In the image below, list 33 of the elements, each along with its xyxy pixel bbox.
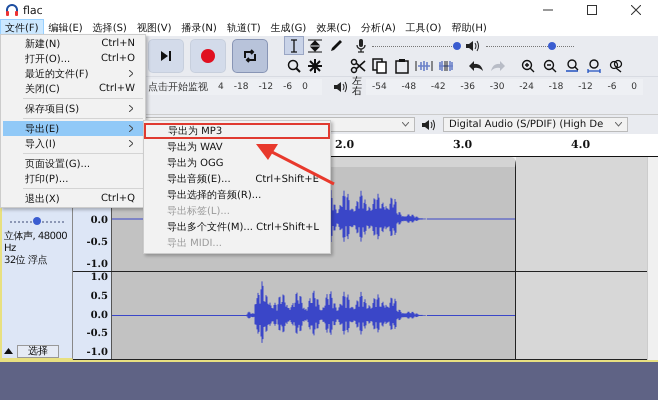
meter-tick-label: -30 — [490, 82, 504, 92]
meter-tick-label: -12 — [258, 82, 274, 92]
scale-label: -1.0 — [86, 347, 108, 359]
ruler-label: 3.0 — [453, 138, 472, 151]
meter-tick-label: 0 — [631, 82, 637, 92]
window-title: flac — [23, 4, 43, 16]
meter-tick-label: -6 — [283, 82, 292, 92]
meter-tick-label: -54 — [372, 82, 387, 92]
track-info: 立体声, 48000 Hz — [4, 231, 68, 254]
scale-label: -1.0 — [86, 259, 108, 271]
meter-tick-label: -18 — [548, 82, 564, 92]
scale-label: 0.0 — [90, 215, 108, 227]
channel-label: 左 — [352, 77, 362, 87]
scale-label: 0.5 — [90, 290, 108, 303]
meter-tick-label: 4 — [218, 82, 224, 92]
meter-hint: 点击开始监视 — [148, 80, 208, 94]
ruler-label: 2.0 — [335, 138, 354, 151]
scale-label: 0.0 — [90, 310, 108, 322]
scale-label: -0.5 — [86, 237, 108, 249]
ruler-label: 4.0 — [571, 138, 590, 151]
meter-tick-label: -48 — [401, 82, 416, 92]
channel-label: 右 — [352, 87, 362, 97]
meter-tick-label: -18 — [234, 82, 248, 92]
meter-tick-label: -24 — [519, 82, 534, 92]
scale-label: -0.5 — [86, 328, 108, 340]
meter-tick-label: -36 — [460, 82, 476, 92]
scale-label: 1.0 — [90, 272, 108, 284]
device-name: Digital Audio (S/PDIF) (High De — [449, 119, 604, 130]
meter-tick-label: -6 — [608, 82, 616, 92]
track-info: 32位 浮点 — [4, 255, 48, 267]
meter-tick-label: -12 — [578, 82, 593, 92]
meter-tick-label: -42 — [430, 82, 446, 92]
meter-tick-label: 0 — [302, 82, 308, 92]
